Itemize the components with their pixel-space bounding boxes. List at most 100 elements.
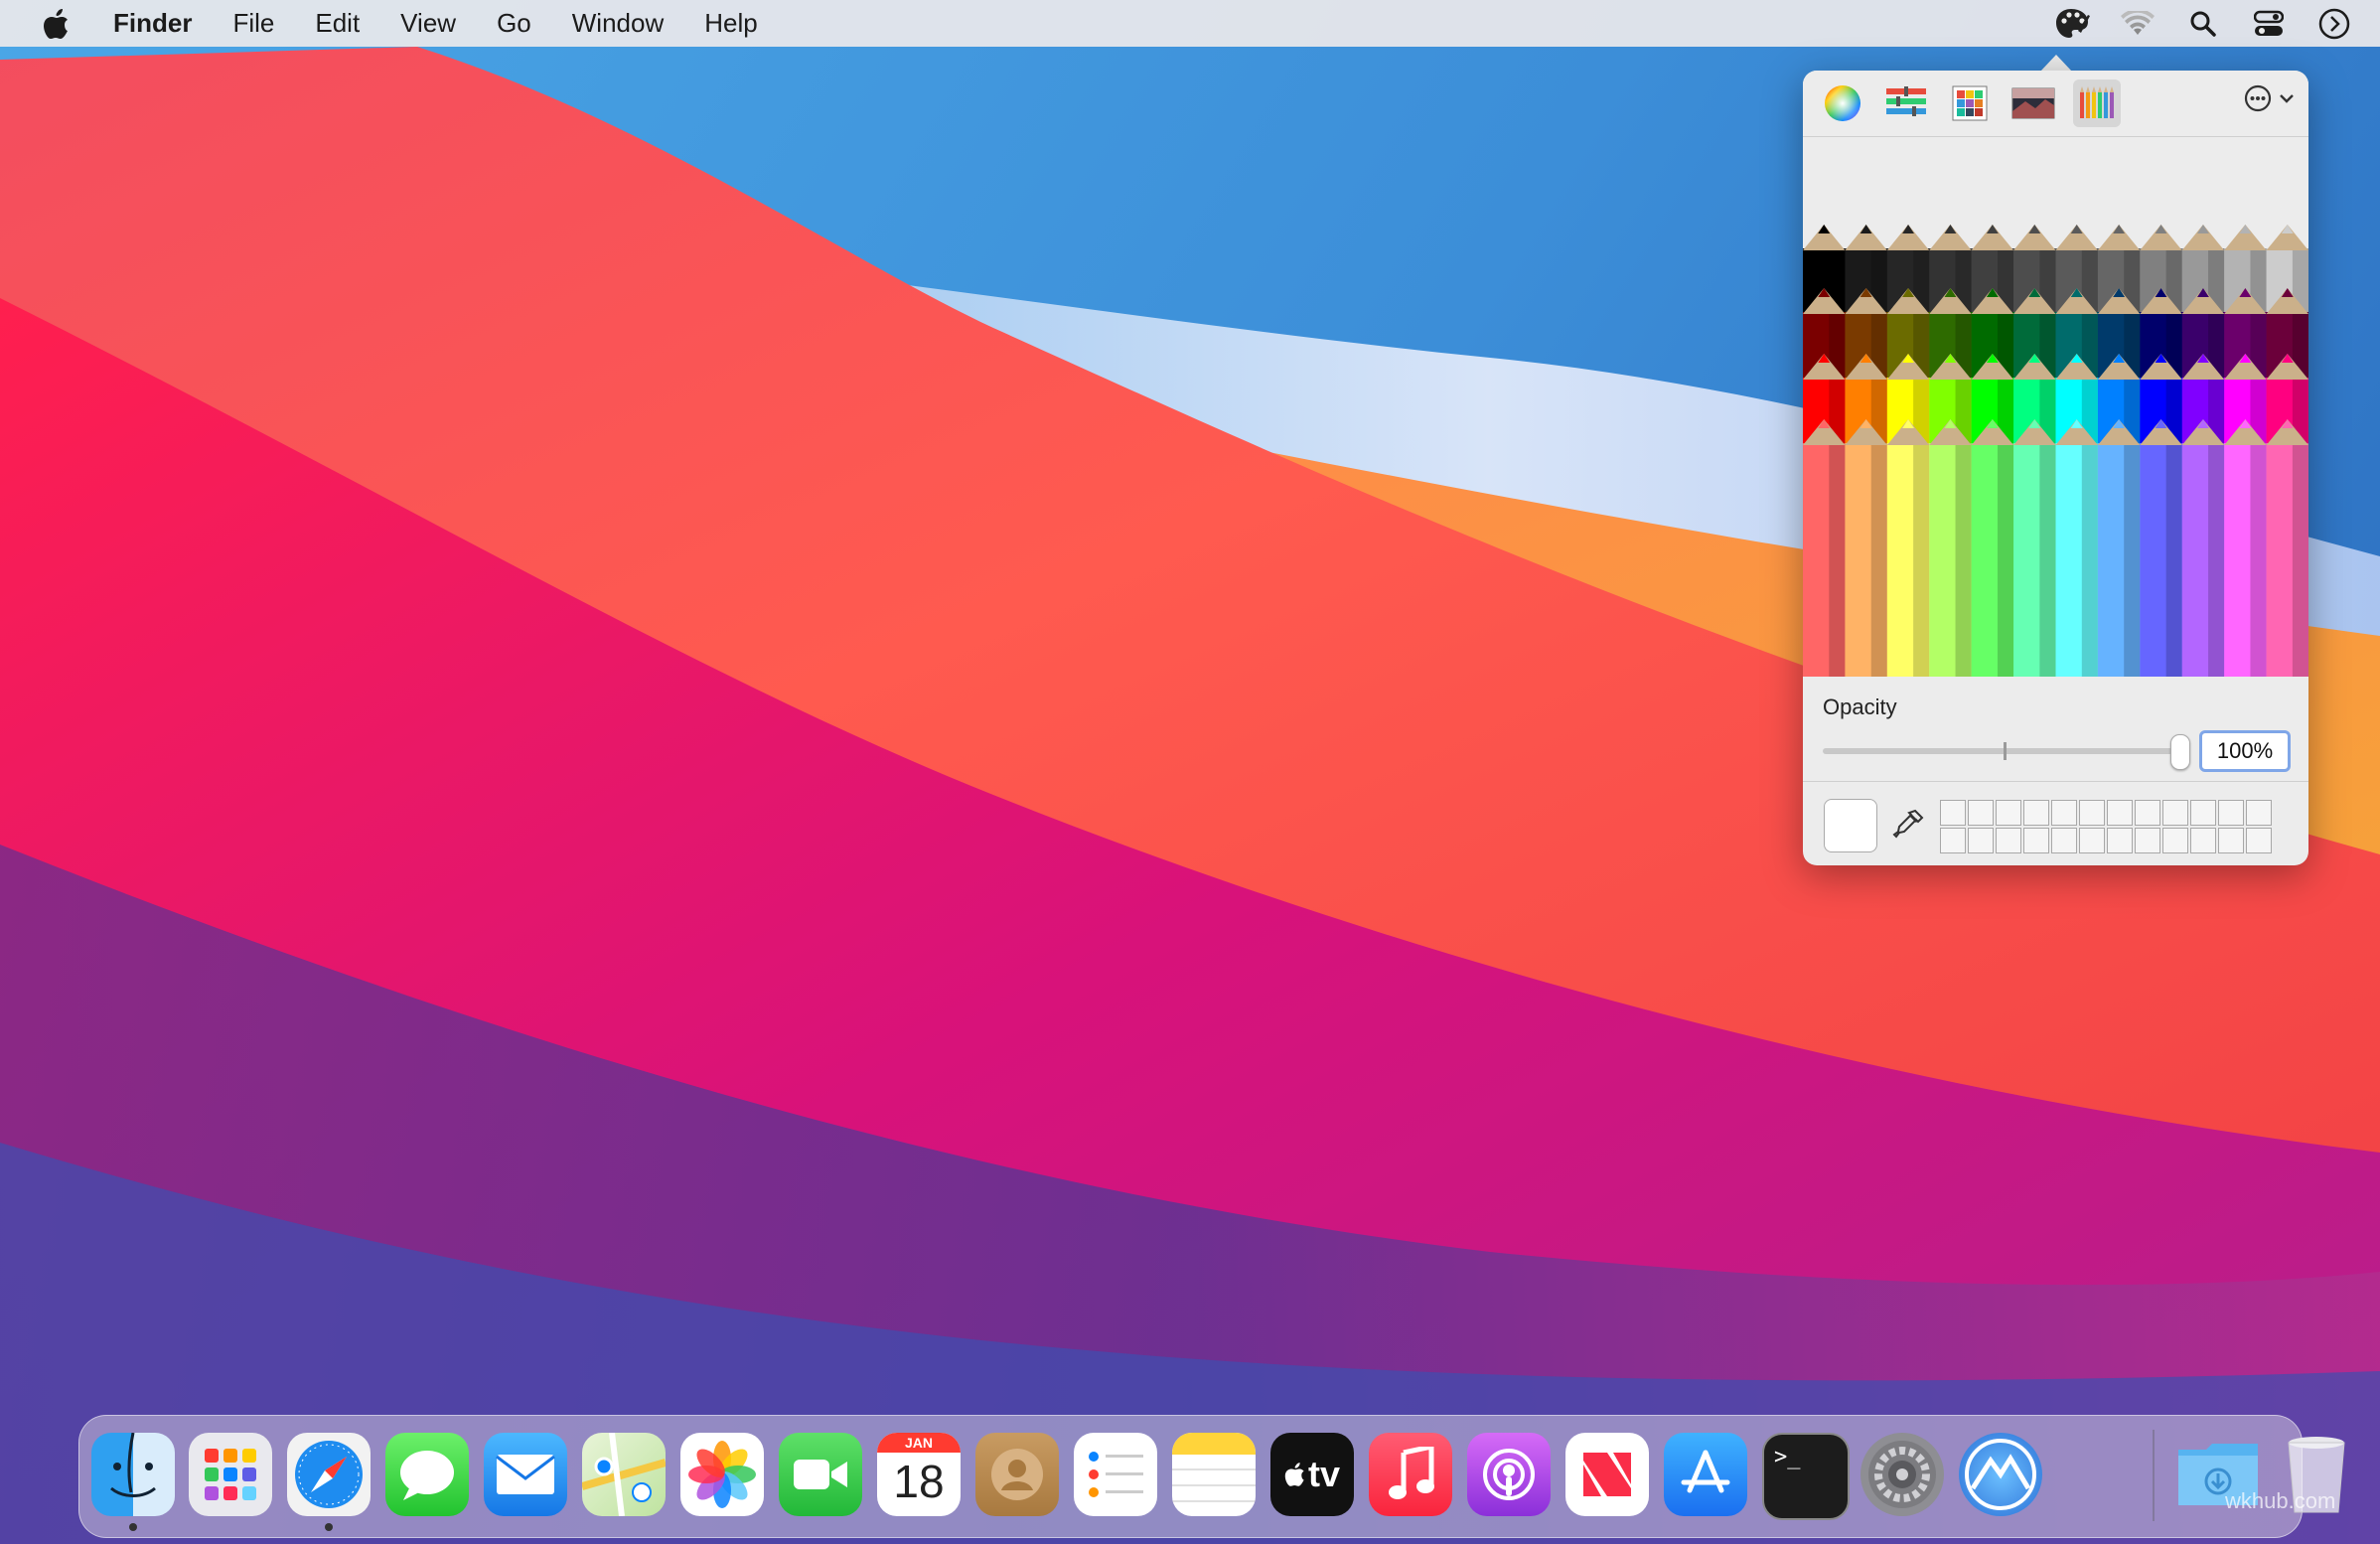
menu-view[interactable]: View [400, 8, 456, 39]
dock-separator [2153, 1430, 2155, 1521]
swatch-slot[interactable] [2023, 828, 2049, 853]
opacity-field[interactable]: 100% [2199, 730, 2291, 772]
swatch-slot[interactable] [2218, 828, 2244, 853]
dock-tv-icon[interactable]: tv [1270, 1433, 1354, 1516]
menu-go[interactable]: Go [497, 8, 531, 39]
swatch-slot[interactable] [2162, 828, 2188, 853]
swatch-slot[interactable] [2135, 800, 2160, 826]
custom-swatch-grid[interactable] [1940, 800, 2272, 853]
menu-edit[interactable]: Edit [315, 8, 360, 39]
swatch-slot[interactable] [1968, 800, 1994, 826]
swatch-slot[interactable] [1996, 800, 2021, 826]
pencil[interactable] [2097, 419, 2141, 677]
dock-mail-icon[interactable] [484, 1433, 567, 1516]
pencil[interactable] [2055, 419, 2099, 677]
image-palettes-icon[interactable] [2009, 79, 2057, 127]
pencil-grid[interactable] [1803, 137, 2308, 677]
swatch-slot[interactable] [2190, 828, 2216, 853]
swatch-slot[interactable] [1968, 828, 1994, 853]
swatch-slot[interactable] [1940, 828, 1966, 853]
dock-podcasts-icon[interactable] [1467, 1433, 1551, 1516]
running-indicator [325, 1523, 333, 1531]
swatch-slot[interactable] [2162, 800, 2188, 826]
pencil[interactable] [1886, 419, 1930, 677]
dock-messages-icon[interactable] [385, 1433, 469, 1516]
running-indicator [129, 1523, 137, 1531]
dock: JAN 18 tv >_ [78, 1415, 2345, 1538]
apple-menu-icon[interactable] [40, 7, 74, 41]
dock-terminal-icon[interactable]: >_ [1762, 1433, 1850, 1520]
chevron-down-icon [2280, 94, 2294, 103]
current-color-well[interactable] [1824, 799, 1877, 852]
menu-help[interactable]: Help [704, 8, 757, 39]
pencil[interactable] [2013, 419, 2056, 677]
search-icon[interactable] [2183, 4, 2223, 44]
swatch-slot[interactable] [2190, 800, 2216, 826]
swatch-slot[interactable] [2107, 800, 2133, 826]
siri-icon[interactable] [2314, 4, 2354, 44]
dock-maps-icon[interactable] [582, 1433, 666, 1516]
panel-options-menu[interactable] [2243, 83, 2295, 113]
pencil[interactable] [1803, 419, 1846, 677]
opacity-slider[interactable] [1823, 734, 2190, 770]
menu-window[interactable]: Window [572, 8, 664, 39]
pencil[interactable] [1971, 419, 2014, 677]
dock-big-sur-installer-icon[interactable] [1959, 1433, 2042, 1516]
calendar-day: 18 [893, 1456, 945, 1507]
dock-system-preferences-icon[interactable] [1860, 1433, 1944, 1516]
swatch-slot[interactable] [2079, 800, 2105, 826]
dock-news-icon[interactable] [1565, 1433, 1649, 1516]
dock-notes-icon[interactable] [1172, 1433, 1256, 1516]
dock-launchpad-icon[interactable] [189, 1433, 272, 1516]
dock-music-icon[interactable] [1369, 1433, 1452, 1516]
pencils-box[interactable] [1803, 137, 2308, 677]
dock-contacts-icon[interactable] [975, 1433, 1059, 1516]
dock-facetime-icon[interactable] [779, 1433, 862, 1516]
swatch-slot[interactable] [2135, 828, 2160, 853]
opacity-slider-tick [2004, 742, 2007, 760]
color-wheel-icon[interactable] [1819, 79, 1866, 127]
pencils-icon[interactable] [2073, 79, 2121, 127]
color-picker-icon[interactable] [2052, 4, 2092, 44]
swatch-slot[interactable] [2246, 800, 2272, 826]
swatch-slot[interactable] [2218, 800, 2244, 826]
dock-calendar-icon[interactable]: JAN 18 [877, 1433, 961, 1516]
opacity-label: Opacity [1823, 695, 1897, 719]
color-panel: Opacity 100% [1803, 71, 2308, 865]
eyedropper-icon[interactable] [1887, 804, 1929, 846]
dock-reminders-icon[interactable] [1074, 1433, 1157, 1516]
swatch-slot[interactable] [2051, 828, 2077, 853]
dock-app-store-icon[interactable] [1664, 1433, 1747, 1516]
dock-finder-icon[interactable] [91, 1433, 175, 1516]
swatch-slot[interactable] [2023, 800, 2049, 826]
menu-app-name[interactable]: Finder [113, 8, 192, 39]
color-panel-toolbar [1803, 71, 2308, 137]
pencil[interactable] [2224, 419, 2268, 677]
menu-bar: Finder File Edit View Go Window Help [0, 0, 2380, 47]
swatch-slot[interactable] [1996, 828, 2021, 853]
color-palettes-icon[interactable] [1946, 79, 1994, 127]
swatch-slot[interactable] [2079, 828, 2105, 853]
notes-header [1172, 1433, 1256, 1455]
pencil[interactable] [2266, 419, 2308, 677]
opacity-slider-knob[interactable] [2170, 734, 2190, 770]
pencil[interactable] [1845, 419, 1888, 677]
watermark: wkhub.com [2225, 1488, 2336, 1513]
panel-notch [2040, 55, 2072, 72]
color-sliders-icon[interactable] [1882, 79, 1930, 127]
calendar-month: JAN [877, 1433, 961, 1453]
menu-file[interactable]: File [232, 8, 274, 39]
wifi-icon[interactable] [2118, 4, 2157, 44]
pencil[interactable] [2181, 419, 2225, 677]
swatch-slot[interactable] [2051, 800, 2077, 826]
tv-label: tv [1307, 1454, 1340, 1494]
control-center-icon[interactable] [2249, 4, 2289, 44]
swatch-slot[interactable] [2246, 828, 2272, 853]
dock-photos-icon[interactable] [680, 1433, 764, 1516]
swatch-slot[interactable] [1940, 800, 1966, 826]
terminal-prompt: >_ [1774, 1445, 1801, 1469]
swatch-slot[interactable] [2107, 828, 2133, 853]
dock-safari-icon[interactable] [287, 1433, 371, 1516]
pencil[interactable] [2140, 419, 2183, 677]
pencil[interactable] [1929, 419, 1973, 677]
